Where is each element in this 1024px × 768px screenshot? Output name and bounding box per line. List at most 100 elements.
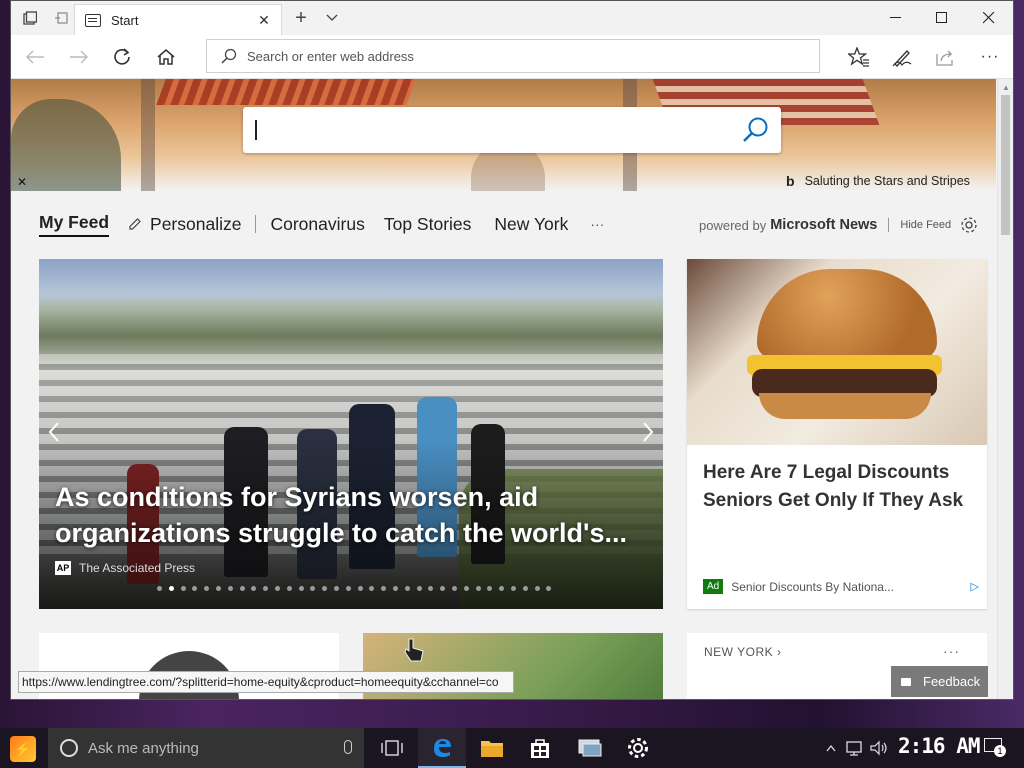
carousel-dot[interactable] <box>392 586 398 591</box>
carousel-dot[interactable] <box>215 586 221 591</box>
network-icon[interactable] <box>846 728 864 768</box>
store-icon[interactable] <box>516 728 564 768</box>
main-story-title[interactable]: As conditions for Syrians worsen, aid or… <box>55 479 635 551</box>
new-york-label[interactable]: NEW YORK › <box>704 645 781 659</box>
carousel-dot[interactable] <box>416 586 422 591</box>
ad-card[interactable]: Here Are 7 Legal Discounts Seniors Get O… <box>687 259 987 609</box>
carousel-dot[interactable] <box>428 586 434 591</box>
carousel-dot[interactable] <box>404 586 410 591</box>
ad-badge: Ad <box>703 579 724 594</box>
carousel-dot[interactable] <box>522 586 528 591</box>
remote-desktop-icon[interactable] <box>566 728 614 768</box>
share-icon[interactable] <box>926 39 966 75</box>
browser-window: Start ✕ + Search or enter web address ··… <box>10 0 1014 700</box>
carousel-dot[interactable] <box>239 586 245 591</box>
volume-icon[interactable] <box>870 728 888 768</box>
vertical-scrollbar[interactable]: ▲ <box>997 79 1013 699</box>
more-topics-icon[interactable]: ··· <box>590 216 604 232</box>
carousel-dot[interactable] <box>451 586 457 591</box>
edge-icon[interactable] <box>418 728 466 768</box>
close-window-icon[interactable] <box>966 1 1012 35</box>
forward-icon[interactable] <box>59 39 99 75</box>
carousel-dot[interactable] <box>345 586 351 591</box>
card-more-icon[interactable]: ··· <box>943 643 960 659</box>
carousel-dot[interactable] <box>168 586 174 591</box>
carousel-dot[interactable] <box>192 586 198 591</box>
tab-preview-icon[interactable] <box>15 1 45 35</box>
ad-choices-icon[interactable]: ▷ <box>971 580 979 593</box>
tab-my-feed[interactable]: My Feed <box>39 212 110 237</box>
hide-feed-link[interactable]: Hide Feed <box>900 219 951 231</box>
minimize-icon[interactable] <box>873 1 919 35</box>
ad-image <box>687 259 987 445</box>
carousel-dot[interactable] <box>180 586 186 591</box>
tab-top-stories[interactable]: Top Stories <box>384 214 472 235</box>
scroll-up-icon[interactable]: ▲ <box>1002 83 1010 92</box>
main-story-card[interactable]: As conditions for Syrians worsen, aid or… <box>39 259 663 609</box>
start-button-icon[interactable]: ⚡ <box>10 736 36 762</box>
carousel-dot[interactable] <box>546 586 552 591</box>
carousel-dot[interactable] <box>333 586 339 591</box>
hero-caption[interactable]: b Saluting the Stars and Stripes <box>786 173 970 189</box>
carousel-dot[interactable] <box>274 586 280 591</box>
bing-search-input[interactable] <box>243 107 781 153</box>
set-aside-tabs-icon[interactable] <box>47 1 75 35</box>
feedback-icon <box>901 677 911 686</box>
carousel-dot[interactable] <box>251 586 257 591</box>
tab-list-chevron-icon[interactable] <box>317 1 347 35</box>
carousel-dot[interactable] <box>204 586 210 591</box>
carousel-dot[interactable] <box>381 586 387 591</box>
carousel-dot[interactable] <box>298 586 304 591</box>
task-view-icon[interactable] <box>368 728 416 768</box>
personalize-button[interactable]: Personalize <box>128 214 241 235</box>
carousel-dot[interactable] <box>227 586 233 591</box>
carousel-dot[interactable] <box>499 586 505 591</box>
taskbar-search[interactable]: Ask me anything <box>48 728 364 768</box>
search-icon[interactable] <box>741 116 769 144</box>
action-center-icon[interactable]: 1 <box>982 736 1006 758</box>
tab-start[interactable]: Start ✕ <box>74 4 282 35</box>
cortana-icon <box>60 739 78 757</box>
carousel-next-icon[interactable] <box>641 421 655 449</box>
settings-more-icon[interactable]: ··· <box>970 39 1010 75</box>
settings-gear-icon[interactable] <box>614 728 662 768</box>
carousel-dot[interactable] <box>286 586 292 591</box>
carousel-dot[interactable] <box>463 586 469 591</box>
carousel-dot[interactable] <box>369 586 375 591</box>
carousel-dot[interactable] <box>475 586 481 591</box>
navigation-bar: Search or enter web address ··· <box>11 35 1013 79</box>
tab-coronavirus[interactable]: Coronavirus <box>270 214 364 235</box>
favorites-icon[interactable] <box>839 39 879 75</box>
carousel-dot[interactable] <box>534 586 540 591</box>
address-bar[interactable]: Search or enter web address <box>206 39 820 73</box>
carousel-dot[interactable] <box>263 586 269 591</box>
carousel-dot[interactable] <box>487 586 493 591</box>
carousel-dot[interactable] <box>440 586 446 591</box>
main-story-source-name: The Associated Press <box>79 561 196 575</box>
feedback-button[interactable]: Feedback <box>891 666 988 697</box>
tab-new-york[interactable]: New York <box>494 214 568 235</box>
new-tab-icon[interactable]: + <box>283 1 319 35</box>
tab-close-icon[interactable]: ✕ <box>247 5 281 35</box>
carousel-dot[interactable] <box>310 586 316 591</box>
file-explorer-icon[interactable] <box>468 728 516 768</box>
hero-caption-text: Saluting the Stars and Stripes <box>804 174 970 188</box>
microphone-icon[interactable] <box>344 740 352 754</box>
clock[interactable]: 2:16 AM <box>898 734 981 758</box>
pencil-icon <box>129 218 141 230</box>
tray-chevron-icon[interactable] <box>826 728 836 768</box>
carousel-dot[interactable] <box>157 586 162 591</box>
maximize-icon[interactable] <box>919 1 965 35</box>
carousel-dot[interactable] <box>357 586 363 591</box>
carousel-dot[interactable] <box>322 586 328 591</box>
scrollbar-thumb[interactable] <box>1001 95 1010 235</box>
home-icon[interactable] <box>146 39 186 75</box>
ad-title[interactable]: Here Are 7 Legal Discounts Seniors Get O… <box>703 459 973 515</box>
carousel-dot[interactable] <box>510 586 516 591</box>
gear-icon[interactable] <box>959 215 979 235</box>
web-note-icon[interactable] <box>882 39 922 75</box>
refresh-icon[interactable] <box>102 39 142 75</box>
hero-close-icon[interactable]: ✕ <box>17 175 27 189</box>
back-icon[interactable] <box>15 39 55 75</box>
carousel-prev-icon[interactable] <box>47 421 61 449</box>
